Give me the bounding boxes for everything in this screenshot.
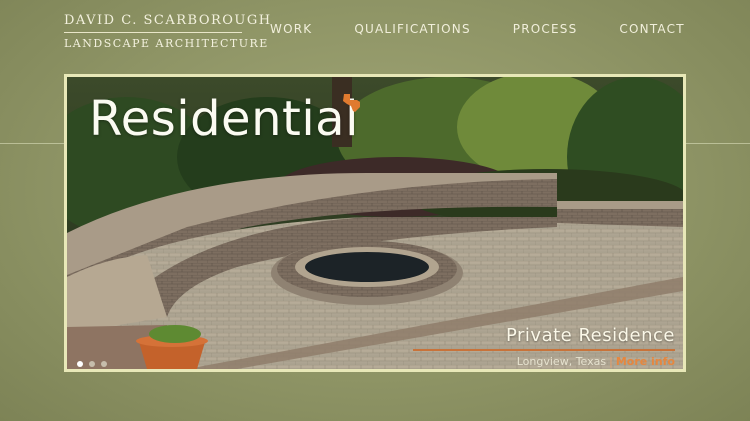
logo-tagline: LANDSCAPE ARCHITECTURE	[64, 37, 269, 50]
hero-slideshow[interactable]: Residential Private Residence Longview, …	[64, 74, 686, 372]
texas-icon	[343, 94, 360, 112]
main-nav: WORK QUALIFICATIONS PROCESS CONTACT	[270, 22, 685, 36]
project-caption: Private Residence Longview, Texas | More i…	[413, 325, 675, 368]
project-meta: Longview, Texas | More info	[413, 355, 675, 368]
slide-indicators	[77, 361, 107, 367]
nav-work[interactable]: WORK	[270, 22, 312, 36]
logo-name: DAVID C. SCARBOROUGH	[64, 13, 272, 28]
project-location: Longview, Texas	[516, 355, 607, 368]
nav-qualifications[interactable]: QUALIFICATIONS	[354, 22, 470, 36]
caption-separator: |	[609, 355, 613, 368]
more-info-link[interactable]: More info	[616, 355, 675, 368]
nav-contact[interactable]: CONTACT	[619, 22, 684, 36]
nav-process[interactable]: PROCESS	[513, 22, 578, 36]
caption-accent-bar	[413, 349, 675, 351]
project-name: Private Residence	[505, 325, 675, 346]
slide-dot-2[interactable]	[89, 361, 95, 367]
slide-dot-3[interactable]	[101, 361, 107, 367]
site-logo[interactable]: DAVID C. SCARBOROUGH LANDSCAPE ARCHITECT…	[64, 13, 272, 50]
logo-rule	[64, 32, 242, 33]
hero-title: Residential	[89, 91, 359, 147]
slide-dot-1[interactable]	[77, 361, 83, 367]
